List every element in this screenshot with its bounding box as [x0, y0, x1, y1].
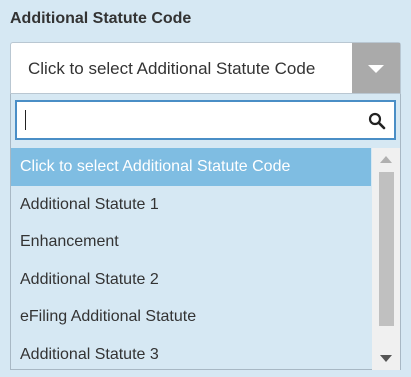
search-icon — [368, 112, 386, 130]
chevron-down-icon — [368, 65, 384, 73]
list-item[interactable]: Additional Statute 2 — [11, 261, 371, 299]
dropdown-panel: Click to select Additional Statute Code … — [10, 94, 401, 370]
search-box[interactable] — [15, 100, 396, 140]
scroll-down-icon[interactable] — [380, 355, 392, 362]
scrollbar-thumb[interactable] — [379, 172, 394, 326]
list-item[interactable]: eFiling Additional Statute — [11, 298, 371, 336]
search-input[interactable] — [23, 108, 353, 132]
list-item[interactable]: Enhancement — [11, 223, 371, 261]
statute-code-select[interactable]: Click to select Additional Statute Code — [10, 42, 401, 94]
scroll-up-icon[interactable] — [380, 156, 392, 163]
list-item[interactable]: Additional Statute 1 — [11, 186, 371, 224]
option-list: Click to select Additional Statute Code … — [11, 148, 371, 370]
field-label: Additional Statute Code — [10, 10, 192, 27]
select-value: Click to select Additional Statute Code — [28, 59, 316, 78]
list-item[interactable]: Click to select Additional Statute Code — [11, 148, 371, 186]
dropdown-toggle-button[interactable] — [352, 43, 400, 93]
scrollbar[interactable] — [372, 148, 400, 370]
text-cursor — [25, 110, 26, 130]
list-item[interactable]: Additional Statute 3 — [11, 336, 371, 374]
